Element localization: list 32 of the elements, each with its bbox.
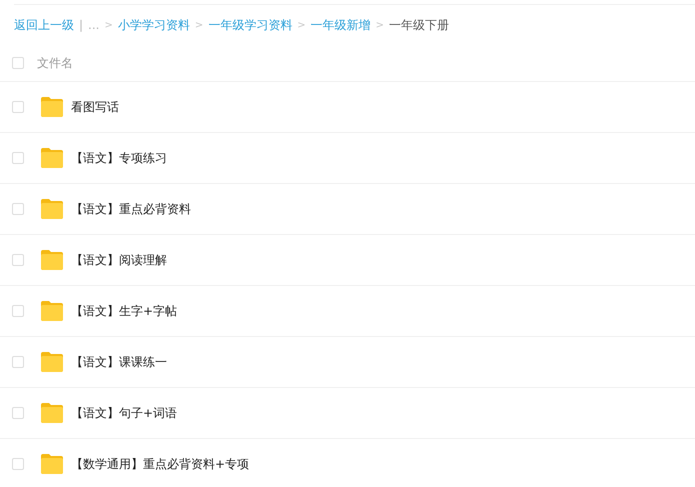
breadcrumb-separator: > <box>104 20 113 30</box>
folder-name[interactable]: 看图写话 <box>71 98 119 116</box>
row-checkbox[interactable] <box>12 152 24 164</box>
folder-icon <box>40 198 64 220</box>
folder-name[interactable]: 【语文】专项练习 <box>71 150 167 166</box>
row-checkbox[interactable] <box>12 407 24 419</box>
folder-icon <box>40 249 64 271</box>
folder-icon <box>40 402 64 424</box>
row-checkbox[interactable] <box>12 305 24 317</box>
breadcrumb-separator: > <box>376 20 384 30</box>
breadcrumb-separator: > <box>297 20 306 30</box>
folder-name[interactable]: 【语文】生字+字帖 <box>71 302 178 320</box>
row-checkbox[interactable] <box>12 458 24 470</box>
row-checkbox[interactable] <box>12 101 24 113</box>
current-folder-label: 一年级下册 <box>389 16 450 34</box>
row-checkbox[interactable] <box>12 203 24 215</box>
folder-icon <box>40 453 64 475</box>
folder-icon <box>40 351 64 373</box>
select-all-checkbox[interactable] <box>12 57 24 69</box>
breadcrumb-divider: | <box>79 18 84 32</box>
row-checkbox[interactable] <box>12 254 24 266</box>
folder-name[interactable]: 【语文】阅读理解 <box>71 252 167 268</box>
folder-icon <box>40 300 64 322</box>
column-header: 文件名 <box>37 54 73 72</box>
row-checkbox[interactable] <box>12 356 24 368</box>
folder-name[interactable]: 【语文】句子+词语 <box>71 404 178 422</box>
folder-name[interactable]: 【语文】课课练一 <box>71 354 167 370</box>
breadcrumb-separator: > <box>194 20 204 30</box>
folder-icon <box>40 147 64 169</box>
folder-name[interactable]: 【语文】重点必背资料 <box>71 200 191 218</box>
folder-icon <box>40 96 64 118</box>
folder-name[interactable]: 【数学通用】重点必背资料+专项 <box>71 456 250 472</box>
